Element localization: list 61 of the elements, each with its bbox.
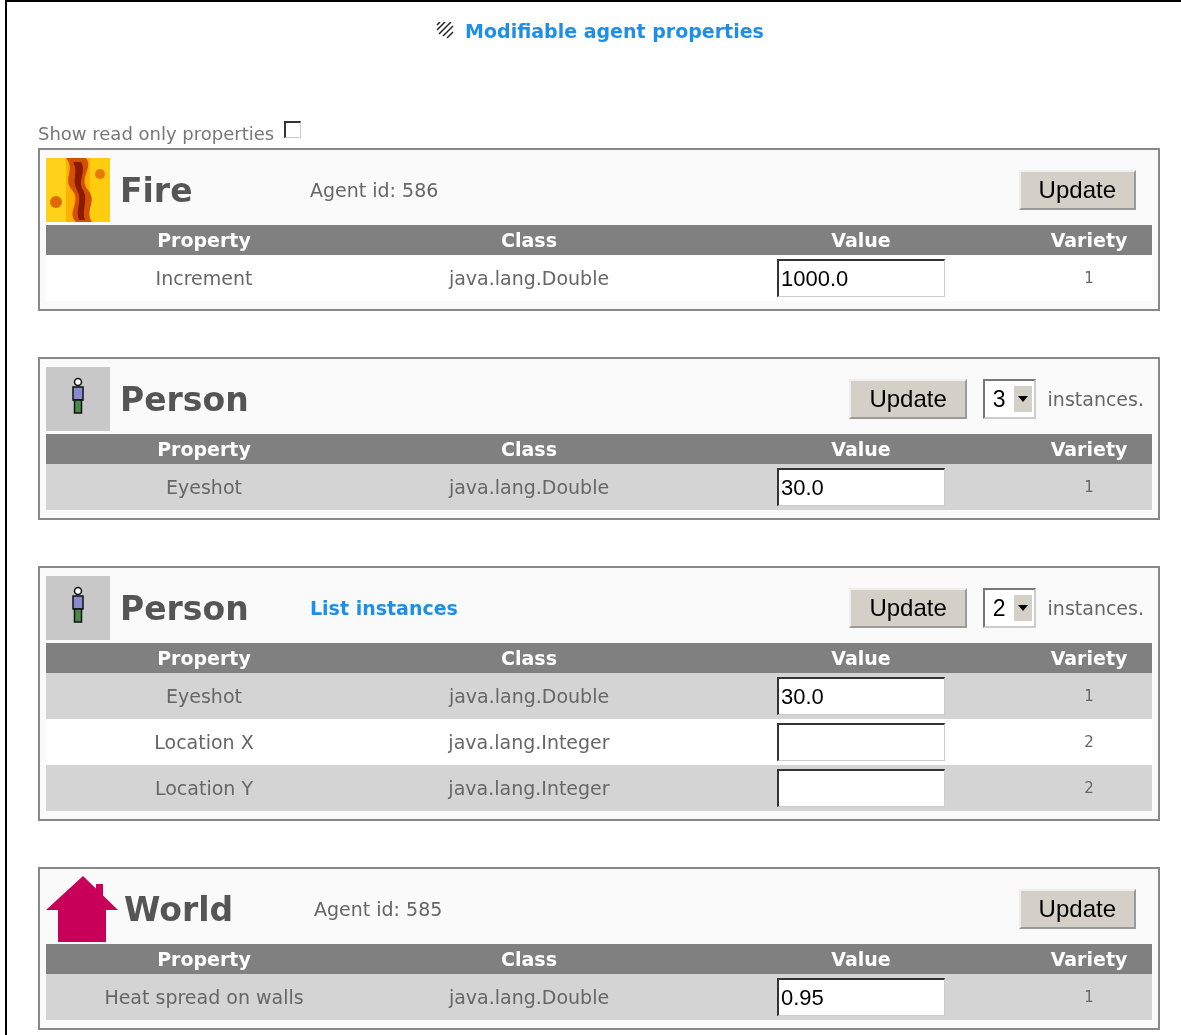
column-header: Variety (1049, 438, 1129, 460)
property-cell-text: Eyeshot (165, 685, 243, 707)
property-cell-text: Eyeshot (165, 476, 243, 498)
agent-name: Fire (120, 170, 194, 210)
class-cell-text: java.lang.Integer (447, 731, 611, 753)
class-cell-text: java.lang.Double (447, 685, 611, 707)
update-button[interactable]: Update (1018, 170, 1136, 210)
property-cell-text: Heat spread on walls (103, 986, 305, 1008)
variety-cell-text: 1 (1083, 478, 1095, 496)
column-header: Property (156, 229, 252, 251)
update-button[interactable]: Update (1018, 889, 1136, 929)
agent-name: World (124, 889, 235, 929)
agent-name: Person (120, 379, 250, 419)
house-icon (46, 874, 120, 944)
column-header: Property (156, 948, 252, 970)
property-cell-text: Location X (153, 731, 255, 753)
value-field[interactable]: 30.0 (777, 468, 945, 506)
column-header: Class (500, 438, 558, 460)
column-header: Property (156, 647, 252, 669)
instances-label: instances. (1047, 597, 1144, 619)
variety-cell-text: 1 (1083, 269, 1095, 287)
value-field[interactable]: 1000.0 (777, 259, 945, 297)
value-field[interactable]: 30.0 (777, 677, 945, 715)
property-cell-text: Location Y (154, 777, 254, 799)
value-field[interactable]: 0.95 (777, 978, 945, 1016)
column-header: Variety (1049, 948, 1129, 970)
class-cell-text: java.lang.Double (447, 986, 611, 1008)
column-header: Variety (1049, 647, 1129, 669)
class-cell-text: java.lang.Double (447, 267, 611, 289)
person-icon (46, 367, 110, 431)
checkbox-label: Show read only properties (38, 124, 275, 144)
value-field[interactable] (777, 769, 945, 807)
hatch-icon (435, 22, 456, 40)
instances-label: instances. (1047, 388, 1144, 410)
instances-select[interactable]: 2 (982, 588, 1036, 628)
column-header: Property (156, 438, 252, 460)
variety-cell-text: 1 (1083, 988, 1095, 1006)
column-header: Class (500, 647, 558, 669)
column-header: Class (500, 948, 558, 970)
update-button[interactable]: Update (849, 588, 967, 628)
column-header: Value (830, 438, 892, 460)
fire-icon (46, 158, 110, 222)
column-header: Class (500, 229, 558, 251)
agent-id: Agent id: 586 (310, 179, 439, 201)
column-header: Value (830, 948, 892, 970)
variety-cell-text: 1 (1083, 687, 1095, 705)
column-header: Variety (1049, 229, 1129, 251)
instances-select[interactable]: 3 (982, 379, 1036, 419)
class-cell-text: java.lang.Integer (447, 777, 611, 799)
column-header: Value (830, 229, 892, 251)
property-cell-text: Increment (154, 267, 254, 289)
variety-cell-text: 2 (1083, 779, 1095, 797)
update-button[interactable]: Update (849, 379, 967, 419)
variety-cell-text: 2 (1083, 733, 1095, 751)
class-cell-text: java.lang.Double (447, 476, 611, 498)
agent-id: Agent id: 585 (314, 898, 443, 920)
person-icon (46, 576, 110, 640)
agent-name: Person (120, 588, 250, 628)
column-header: Value (830, 647, 892, 669)
value-field[interactable] (777, 723, 945, 761)
read-only-checkbox[interactable] (284, 121, 302, 138)
